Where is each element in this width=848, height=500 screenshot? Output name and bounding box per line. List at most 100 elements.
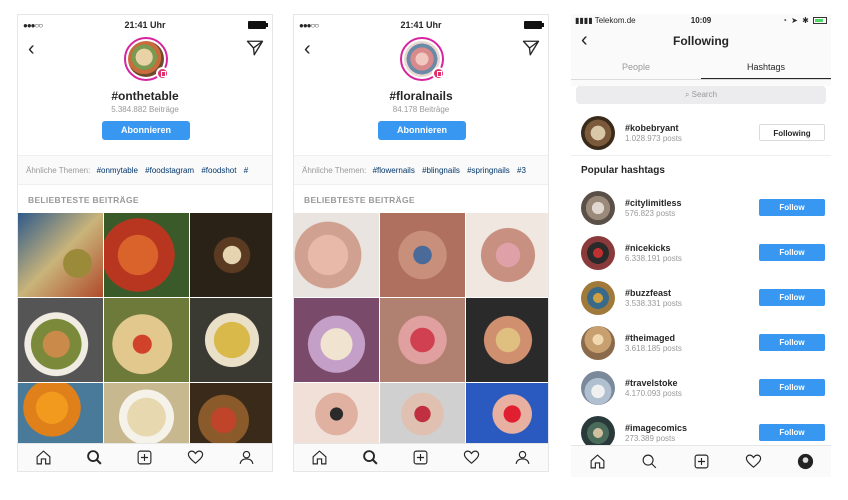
battery-icon (813, 17, 827, 25)
related-tag[interactable]: #onmytable (97, 166, 138, 175)
hashtag-avatar (581, 325, 615, 360)
photo-tile[interactable] (380, 213, 465, 297)
follow-button[interactable]: Follow (759, 379, 825, 396)
follow-button[interactable]: Follow (759, 244, 825, 261)
related-tag[interactable]: #springnails (467, 166, 510, 175)
photo-tile[interactable] (466, 298, 548, 382)
photo-tile[interactable] (294, 298, 379, 382)
photo-tile[interactable] (18, 298, 103, 382)
nav-bar: ‹ Following (571, 28, 831, 54)
follow-button[interactable]: Follow (759, 334, 825, 351)
send-icon[interactable] (246, 39, 264, 57)
related-topics: Ähnliche Themen: #onmytable #foodstagram… (18, 155, 272, 185)
photo-tile[interactable] (104, 298, 189, 382)
hashtag-row[interactable]: #nicekicks 6.338.191 posts Follow (571, 230, 831, 275)
follow-button[interactable]: Follow (759, 199, 825, 216)
hashtag-header: ‹ #onthetable 5.384.882 Beiträge Abonnie… (18, 35, 272, 155)
phone-floralnails: ●●●○○ 21:41 Uhr ‹ #floralnails 84.178 Be… (293, 14, 549, 472)
battery-icon (248, 21, 268, 29)
hashtag-row[interactable]: #travelstoke 4.170.093 posts Follow (571, 365, 831, 410)
photo-tile[interactable] (294, 383, 379, 445)
search-icon[interactable] (362, 449, 379, 466)
profile-icon[interactable] (238, 449, 255, 466)
back-arrow-icon[interactable]: ‹ (28, 39, 35, 59)
add-post-icon[interactable] (412, 449, 429, 466)
hashtag-name: #imagecomics (625, 422, 688, 433)
hashtag-avatar (581, 115, 615, 150)
photo-tile[interactable] (104, 213, 189, 297)
related-label: Ähnliche Themen: (302, 166, 367, 175)
phone-onthetable: ●●●○○ 21:41 Uhr ‹ #onthetable 5.384.882 … (17, 14, 273, 472)
photo-tile[interactable] (380, 298, 465, 382)
tab-bar (571, 445, 831, 477)
photo-tile[interactable] (190, 298, 272, 382)
hashtag-name: #citylimitless (625, 197, 682, 208)
photo-tile[interactable] (294, 213, 379, 297)
add-post-icon[interactable] (136, 449, 153, 466)
search-icon: ⌕ (684, 90, 690, 99)
hashtag-name: #nicekicks (625, 242, 671, 253)
photo-tile[interactable] (466, 383, 548, 445)
related-tag[interactable]: #foodstagram (145, 166, 194, 175)
post-count: 84.178 Beiträge (392, 105, 450, 114)
photo-grid (294, 213, 548, 445)
photo-tile[interactable] (104, 383, 189, 445)
status-bar: ●●●○○ 21:41 Uhr (18, 15, 272, 35)
follow-button[interactable]: Follow (759, 424, 825, 441)
photo-tile[interactable] (380, 383, 465, 445)
home-icon[interactable] (35, 449, 52, 466)
back-arrow-icon[interactable]: ‹ (304, 39, 311, 59)
photo-tile[interactable] (190, 213, 272, 297)
related-topics: Ähnliche Themen: #flowernails #blingnail… (294, 155, 548, 185)
heart-icon[interactable] (745, 453, 762, 470)
hashtag-name: #travelstoke (625, 377, 678, 388)
phone-following: ▮▮▮▮ Telekom.de 10:09 ◔ ➤ ✱ ‹ Following … (571, 14, 831, 477)
status-icons: ◔ ➤ ✱ (782, 16, 827, 25)
photo-tile[interactable] (466, 213, 548, 297)
profile-avatar-icon[interactable] (797, 453, 814, 470)
tab-hashtags[interactable]: Hashtags (701, 54, 831, 79)
search-input[interactable]: ⌕ Search (576, 86, 826, 104)
hashtag-row[interactable]: #citylimitless 576.823 posts Follow (571, 185, 831, 230)
hashtag-name: #buzzfeast (625, 287, 672, 298)
subscribe-button[interactable]: Abonnieren (378, 121, 466, 140)
hashtag-name: #theimaged (625, 332, 676, 343)
related-tag[interactable]: #foodshot (201, 166, 236, 175)
search-icon[interactable] (86, 449, 103, 466)
related-tag[interactable]: #3 (517, 166, 526, 175)
section-label: Popular hashtags (571, 155, 831, 185)
hashtag-avatar (581, 280, 615, 315)
add-post-icon[interactable] (693, 453, 710, 470)
related-tag[interactable]: #blingnails (422, 166, 460, 175)
hashtag-header: ‹ #floralnails 84.178 Beiträge Abonniere… (294, 35, 548, 155)
following-button[interactable]: Following (759, 124, 825, 141)
tab-people[interactable]: People (571, 54, 701, 79)
hashtag-count: 4.170.093 posts (625, 388, 682, 398)
hashtag-badge-icon (156, 67, 169, 80)
tab-bar (294, 443, 548, 471)
hashtag-avatar (400, 37, 445, 81)
photo-tile[interactable] (18, 383, 103, 445)
heart-icon[interactable] (463, 449, 480, 466)
related-tag[interactable]: #flowernails (373, 166, 415, 175)
subscribe-button[interactable]: Abonnieren (102, 121, 190, 140)
followed-hashtag-row[interactable]: #kobebryant 1.028.973 posts Following (571, 110, 831, 155)
photo-tile[interactable] (18, 213, 103, 297)
back-arrow-icon[interactable]: ‹ (581, 30, 588, 50)
profile-icon[interactable] (514, 449, 531, 466)
hashtag-row[interactable]: #buzzfeast 3.538.331 posts Follow (571, 275, 831, 320)
heart-icon[interactable] (187, 449, 204, 466)
related-tag[interactable]: # (244, 166, 248, 175)
hashtag-count: 3.618.185 posts (625, 343, 682, 353)
search-container: ⌕ Search (571, 86, 831, 110)
photo-tile[interactable] (190, 383, 272, 445)
hashtag-count: 6.338.191 posts (625, 253, 682, 263)
hashtag-row[interactable]: #theimaged 3.618.185 posts Follow (571, 320, 831, 365)
home-icon[interactable] (589, 453, 606, 470)
home-icon[interactable] (311, 449, 328, 466)
follow-button[interactable]: Follow (759, 289, 825, 306)
tab-bar (18, 443, 272, 471)
status-bar: ▮▮▮▮ Telekom.de 10:09 ◔ ➤ ✱ (571, 14, 831, 28)
search-icon[interactable] (641, 453, 658, 470)
send-icon[interactable] (522, 39, 540, 57)
